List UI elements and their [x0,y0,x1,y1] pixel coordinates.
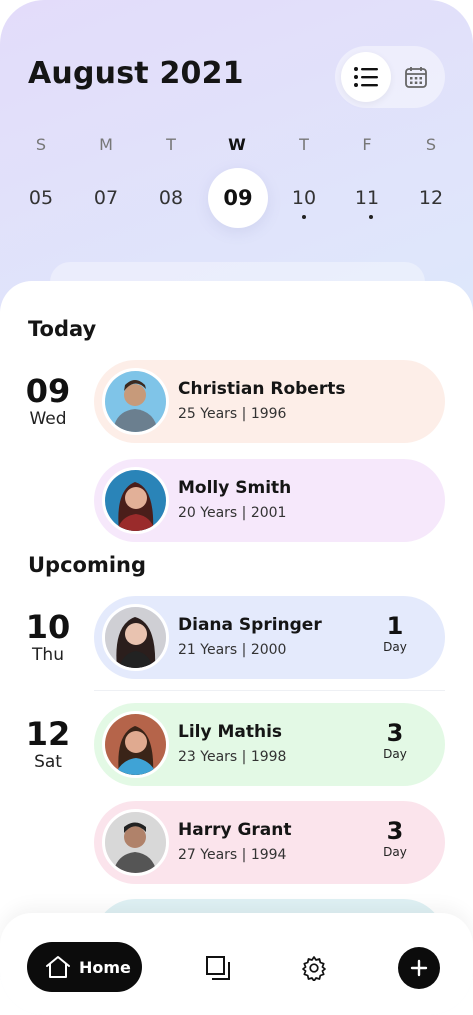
home-label: Home [79,957,131,977]
days-remaining: 1 Day [375,612,415,654]
date-label-today: 09 Wed [18,373,78,429]
avatar [102,467,169,534]
home-icon [46,956,70,978]
days-count: 3 [386,817,404,845]
avatar [102,711,169,778]
person-age: 23 Years | 1998 [178,749,287,765]
person-name: Christian Roberts [178,379,346,399]
weekday-label: M [99,135,113,154]
avatar [102,809,169,876]
event-dot [302,215,306,219]
weekday-label: F [362,135,372,154]
birthday-card-lily[interactable]: Lily Mathis 23 Years | 1998 3 Day [94,703,445,786]
view-toggle [335,46,445,108]
days-count: 3 [386,719,404,747]
plus-icon [410,959,428,977]
date-weekday: Wed [29,409,67,429]
date-label: 12 Sat [18,716,78,772]
person-name: Molly Smith [178,478,292,498]
date-cell[interactable]: 10 [274,168,334,228]
person-name: Lily Mathis [178,722,283,742]
birthday-card-harry[interactable]: Harry Grant 27 Years | 1994 3 Day [94,801,445,884]
section-title-upcoming: Upcoming [28,553,147,577]
weekday-label: S [425,135,437,154]
add-button[interactable] [398,947,440,989]
calendar-view-button[interactable] [391,52,441,102]
section-title-today: Today [28,317,97,341]
days-remaining: 3 Day [375,719,415,761]
gallery-button[interactable] [203,953,233,983]
birthday-list-sheet: Today 09 Wed Christian Roberts 25 Years … [0,281,473,1015]
date-cell[interactable]: 11 [337,168,397,228]
avatar [102,604,169,671]
list-icon [354,67,378,87]
date-number: 12 [25,715,71,753]
days-count: 1 [386,612,404,640]
date-weekday: Sat [34,752,62,772]
date-cell[interactable]: 07 [76,168,136,228]
date-row: 05 07 08 09 10 11 12 [0,168,473,228]
date-cell[interactable]: 05 [11,168,71,228]
person-age: 20 Years | 2001 [178,505,287,521]
calendar-icon [405,67,427,88]
weekday-label: S [35,135,47,154]
person-age: 21 Years | 2000 [178,642,287,658]
birthday-card-diana[interactable]: Diana Springer 21 Years | 2000 1 Day [94,596,445,679]
date-number: 10 [25,608,71,646]
days-unit: Day [383,640,407,654]
bottom-nav: Home [0,913,473,1015]
person-name: Harry Grant [178,820,292,840]
home-button[interactable]: Home [27,942,142,992]
event-dot [369,215,373,219]
month-title: August 2021 [28,56,244,91]
app-screen: August 2021 S M T W T F S 05 07 08 09 10… [0,0,473,1015]
person-name: Diana Springer [178,615,322,635]
date-number: 09 [25,372,71,410]
list-view-button[interactable] [341,52,391,102]
settings-button[interactable] [299,953,329,983]
gear-icon [302,956,326,981]
avatar [102,368,169,435]
date-cell-selected[interactable]: 09 [208,168,268,228]
birthday-card-molly[interactable]: Molly Smith 20 Years | 2001 [94,459,445,542]
days-remaining: 3 Day [375,817,415,859]
weekday-label: T [166,135,176,154]
birthday-card-christian[interactable]: Christian Roberts 25 Years | 1996 [94,360,445,443]
copy-icon [206,956,230,980]
weekday-row: S M T W T F S [0,135,473,155]
date-cell[interactable]: 12 [401,168,461,228]
divider [94,690,445,691]
days-unit: Day [383,845,407,859]
days-unit: Day [383,747,407,761]
date-label: 10 Thu [18,609,78,665]
person-age: 27 Years | 1994 [178,847,287,863]
person-age: 25 Years | 1996 [178,406,287,422]
weekday-label: T [299,135,309,154]
date-cell[interactable]: 08 [141,168,201,228]
date-weekday: Thu [32,645,64,665]
weekday-label-selected: W [228,135,246,154]
